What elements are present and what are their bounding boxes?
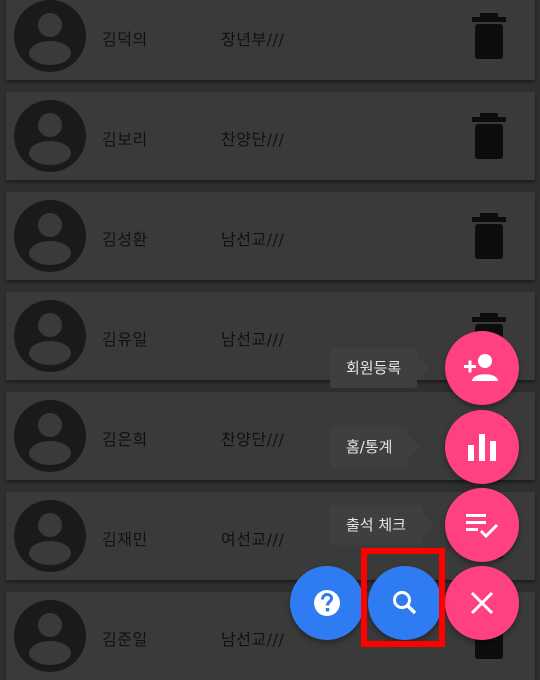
member-name: 김재민 bbox=[102, 530, 148, 549]
member-name: 김덕의 bbox=[102, 30, 148, 49]
member-group: 찬양단/// bbox=[221, 130, 285, 149]
trash-icon[interactable] bbox=[472, 11, 506, 59]
avatar-icon bbox=[14, 500, 86, 572]
avatar-icon bbox=[14, 0, 86, 72]
member-name: 김준일 bbox=[102, 630, 148, 649]
member-group: 남선교/// bbox=[221, 330, 285, 349]
close-menu-button[interactable] bbox=[445, 566, 519, 640]
trash-icon[interactable] bbox=[472, 111, 506, 159]
avatar-icon bbox=[14, 200, 86, 272]
help-button[interactable] bbox=[290, 566, 364, 640]
avatar-icon bbox=[14, 300, 86, 372]
attendance-check-label[interactable]: 출석 체크 bbox=[330, 505, 434, 545]
trash-icon[interactable] bbox=[472, 211, 506, 259]
help-icon bbox=[314, 590, 340, 616]
home-stats-label[interactable]: 홈/통계 bbox=[330, 427, 422, 467]
avatar-icon bbox=[14, 400, 86, 472]
member-group: 남선교/// bbox=[221, 630, 285, 649]
bar-chart-icon bbox=[468, 434, 496, 461]
person-add-icon bbox=[464, 354, 498, 381]
search-highlight-box bbox=[361, 548, 445, 647]
member-card[interactable]: 김성환 남선교/// bbox=[6, 192, 535, 280]
attendance-check-button[interactable] bbox=[445, 488, 519, 562]
member-name: 김유일 bbox=[102, 330, 148, 349]
playlist-check-icon bbox=[466, 514, 499, 539]
avatar-icon bbox=[14, 100, 86, 172]
register-member-button[interactable] bbox=[445, 331, 519, 405]
member-card[interactable]: 김덕의 장년부/// bbox=[6, 0, 535, 80]
member-group: 남선교/// bbox=[221, 230, 285, 249]
close-icon bbox=[470, 591, 494, 615]
member-name: 김성환 bbox=[102, 230, 148, 249]
avatar-icon bbox=[14, 600, 86, 672]
member-group: 장년부/// bbox=[221, 30, 285, 49]
member-name: 김은희 bbox=[102, 430, 148, 449]
home-stats-button[interactable] bbox=[445, 410, 519, 484]
register-member-label[interactable]: 회원등록 bbox=[330, 348, 430, 388]
member-group: 여선교/// bbox=[221, 530, 285, 549]
member-group: 찬양단/// bbox=[221, 430, 285, 449]
member-card[interactable]: 김보리 찬양단/// bbox=[6, 92, 535, 180]
member-name: 김보리 bbox=[102, 130, 148, 149]
